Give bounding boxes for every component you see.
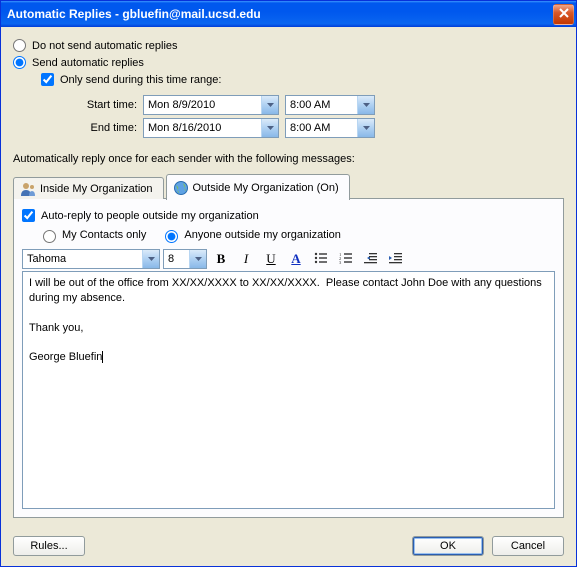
chevron-down-icon [261, 96, 278, 114]
end-time-label: End time: [67, 122, 137, 134]
dialog-content: Do not send automatic replies Send autom… [1, 27, 576, 566]
font-color-icon: A [291, 251, 300, 267]
format-toolbar: Tahoma 8 B I U A 123 [22, 249, 555, 269]
checkbox-autoreply-outside-input[interactable] [22, 209, 35, 222]
decrease-indent-icon [364, 252, 378, 267]
italic-icon: I [244, 251, 248, 267]
tab-outside-organization[interactable]: Outside My Organization (On) [166, 174, 350, 200]
automatic-replies-window: Automatic Replies - gbluefin@mail.ucsd.e… [0, 0, 577, 567]
tabs: Inside My Organization Outside My Organi… [13, 173, 564, 519]
radio-contacts-only[interactable]: My Contacts only [38, 227, 146, 243]
radio-dont-send-label: Do not send automatic replies [32, 40, 178, 52]
radio-contacts-only-label: My Contacts only [62, 229, 146, 241]
start-time-value: 8:00 AM [290, 99, 357, 111]
bullet-list-icon [314, 252, 328, 267]
radio-contacts-only-input[interactable] [43, 230, 56, 243]
bullet-list-button[interactable] [310, 249, 332, 269]
numbered-list-icon: 123 [339, 252, 353, 267]
radio-dont-send[interactable]: Do not send automatic replies [13, 39, 564, 52]
end-date-value: Mon 8/16/2010 [148, 122, 261, 134]
time-range-grid: Start time: Mon 8/9/2010 8:00 AM End tim… [67, 92, 564, 141]
close-button[interactable] [553, 4, 574, 25]
radio-anyone-input[interactable] [165, 230, 178, 243]
numbered-list-button[interactable]: 123 [335, 249, 357, 269]
chevron-down-icon [261, 119, 278, 137]
people-icon [20, 181, 36, 197]
radio-send-label: Send automatic replies [32, 57, 144, 69]
checkbox-only-range-label: Only send during this time range: [60, 74, 221, 86]
increase-indent-icon [389, 252, 403, 267]
end-time-value: 8:00 AM [290, 122, 357, 134]
bold-button[interactable]: B [210, 249, 232, 269]
chevron-down-icon [357, 119, 374, 137]
tab-inside-organization[interactable]: Inside My Organization [13, 177, 164, 199]
font-size-combo[interactable]: 8 [163, 249, 207, 269]
tab-inside-label: Inside My Organization [40, 183, 153, 195]
font-combo[interactable]: Tahoma [22, 249, 160, 269]
message-body-text: I will be out of the office from XX/XX/X… [29, 277, 545, 363]
checkbox-autoreply-outside-label: Auto-reply to people outside my organiza… [41, 210, 259, 222]
titlebar: Automatic Replies - gbluefin@mail.ucsd.e… [1, 1, 576, 27]
chevron-down-icon [142, 250, 159, 268]
end-time-combo[interactable]: 8:00 AM [285, 118, 375, 138]
radio-anyone[interactable]: Anyone outside my organization [160, 227, 341, 243]
window-title: Automatic Replies - gbluefin@mail.ucsd.e… [7, 7, 553, 21]
tab-panel-outside: Auto-reply to people outside my organiza… [13, 198, 564, 518]
end-date-combo[interactable]: Mon 8/16/2010 [143, 118, 279, 138]
text-caret [102, 351, 103, 363]
start-date-combo[interactable]: Mon 8/9/2010 [143, 95, 279, 115]
font-color-button[interactable]: A [285, 249, 307, 269]
underline-icon: U [266, 251, 275, 267]
radio-dont-send-input[interactable] [13, 39, 26, 52]
start-date-value: Mon 8/9/2010 [148, 99, 261, 111]
radio-send[interactable]: Send automatic replies [13, 56, 564, 69]
font-value: Tahoma [27, 253, 142, 265]
dialog-footer: Rules... OK Cancel [13, 526, 564, 556]
close-icon [559, 7, 569, 21]
checkbox-autoreply-outside[interactable]: Auto-reply to people outside my organiza… [22, 209, 555, 222]
decrease-indent-button[interactable] [360, 249, 382, 269]
bold-icon: B [217, 251, 226, 267]
cancel-button[interactable]: Cancel [492, 536, 564, 556]
italic-button[interactable]: I [235, 249, 257, 269]
globe-icon [173, 180, 189, 196]
font-size-value: 8 [168, 253, 189, 265]
underline-button[interactable]: U [260, 249, 282, 269]
start-time-label: Start time: [67, 99, 137, 111]
radio-anyone-label: Anyone outside my organization [184, 229, 341, 241]
rules-button[interactable]: Rules... [13, 536, 85, 556]
section-label: Automatically reply once for each sender… [13, 153, 564, 165]
message-editor[interactable]: I will be out of the office from XX/XX/X… [22, 271, 555, 509]
increase-indent-button[interactable] [385, 249, 407, 269]
checkbox-only-range[interactable]: Only send during this time range: [41, 73, 564, 86]
chevron-down-icon [357, 96, 374, 114]
ok-button[interactable]: OK [412, 536, 484, 556]
tab-outside-label: Outside My Organization (On) [193, 182, 339, 194]
chevron-down-icon [189, 250, 206, 268]
svg-text:3: 3 [339, 260, 342, 264]
radio-send-input[interactable] [13, 56, 26, 69]
checkbox-only-range-input[interactable] [41, 73, 54, 86]
start-time-combo[interactable]: 8:00 AM [285, 95, 375, 115]
